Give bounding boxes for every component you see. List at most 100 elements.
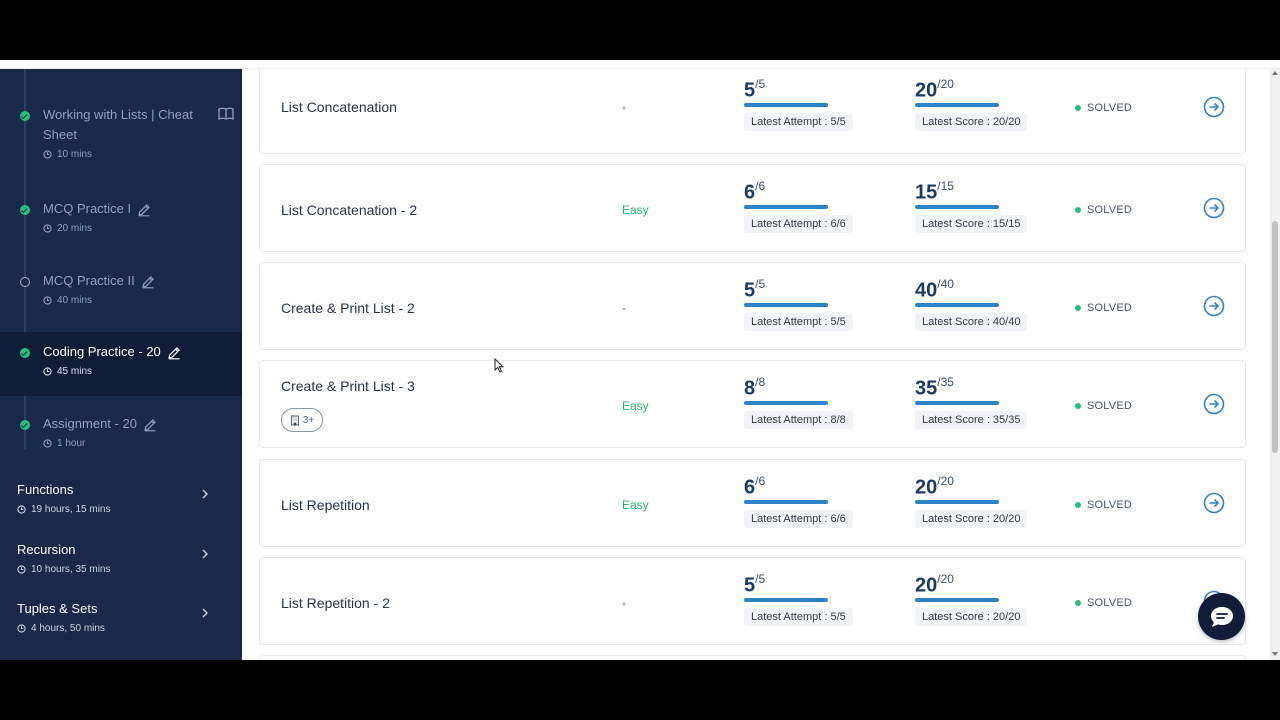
arrow-right-circle-icon[interactable] [1203, 393, 1225, 415]
arrow-right-circle-icon[interactable] [1203, 492, 1225, 514]
problem-list: List Concatenation - 5/5 Latest Attempt … [242, 69, 1270, 660]
problem-row[interactable]: List Repetition - 2 - 5/5 Latest Attempt… [259, 557, 1246, 645]
attempt-score: 8/8 Latest Attempt : 8/8 [744, 375, 853, 430]
score-value: 20 [915, 574, 938, 597]
company-count: 3+ [302, 414, 315, 426]
clock-icon [17, 505, 26, 514]
difficulty-label: Easy [622, 498, 649, 512]
latest-attempt-label: Latest Attempt : 5/5 [744, 313, 853, 332]
attempt-score-value: 6 [744, 181, 756, 204]
attempt-progress-bar [744, 303, 828, 308]
score-progress-bar [915, 401, 999, 406]
attempt-score-total: /5 [755, 572, 766, 586]
module-recursion[interactable]: Recursion 10 hours, 35 mins [0, 542, 242, 598]
attempt-score: 5/5 Latest Attempt : 5/5 [744, 572, 853, 627]
score-progress-bar [915, 500, 999, 505]
scroll-up-arrow-icon[interactable] [1272, 71, 1278, 75]
arrow-right-circle-icon[interactable] [1203, 295, 1225, 317]
pending-circle-icon [20, 277, 30, 287]
score-total: /35 [937, 375, 954, 389]
score-value: 35 [915, 377, 938, 400]
module-duration: 4 hours, 50 mins [17, 623, 105, 634]
step-title: Assignment - 20 [43, 414, 157, 434]
problem-row[interactable]: Create & Print List - 2 - 5/5 Latest Att… [259, 262, 1246, 350]
mouse-cursor-icon [494, 358, 504, 373]
attempt-progress-bar [744, 205, 828, 210]
problem-title: Create & Print List - 3 [281, 378, 415, 394]
pencil-icon [141, 275, 154, 288]
chat-bubble-icon [1210, 606, 1233, 627]
status-badge: SOLVED [1075, 499, 1132, 511]
status-badge: SOLVED [1075, 400, 1132, 412]
attempt-score-value: 5 [744, 574, 756, 597]
clock-icon [43, 150, 52, 159]
attempt-progress-bar [744, 401, 828, 406]
step-title-line2: Sheet [43, 127, 77, 142]
attempt-score: 6/6 Latest Attempt : 6/6 [744, 474, 853, 529]
latest-score-label: Latest Score : 35/35 [915, 411, 1028, 430]
step-title: Coding Practice - 20 [43, 342, 181, 362]
sidebar-step-assignment-20[interactable]: Assignment - 20 1 hour [0, 414, 242, 460]
company-tag-badge[interactable]: 3+ [281, 408, 323, 432]
module-title: Tuples & Sets [17, 601, 98, 616]
score: 15/15 Latest Score : 15/15 [915, 179, 1028, 234]
problem-title: List Concatenation - 2 [281, 202, 418, 218]
clock-icon [43, 296, 52, 305]
score-progress-bar [915, 205, 999, 210]
module-functions[interactable]: Functions 19 hours, 15 mins [0, 482, 242, 538]
sidebar-step-coding-practice-20[interactable]: Coding Practice - 20 45 mins [0, 332, 242, 396]
problem-row[interactable]: Create & Print List - 3 3+ Easy 8/8 Late… [259, 360, 1246, 448]
score-value: 20 [915, 476, 938, 499]
score-total: /20 [937, 77, 954, 91]
latest-score-label: Latest Score : 20/20 [915, 608, 1028, 627]
arrow-right-circle-icon[interactable] [1203, 96, 1225, 118]
problem-row[interactable]: List Repetition Easy 6/6 Latest Attempt … [259, 459, 1246, 547]
scroll-down-arrow-icon[interactable] [1272, 652, 1278, 656]
problem-title: Create & Print List - 2 [281, 300, 415, 316]
status-badge: SOLVED [1075, 204, 1132, 216]
pencil-icon [138, 203, 150, 216]
attempt-score: 5/5 Latest Attempt : 5/5 [744, 277, 853, 332]
score-value: 20 [915, 79, 938, 102]
clock-icon [17, 624, 26, 633]
module-duration: 10 hours, 35 mins [17, 564, 111, 575]
module-tuples-sets[interactable]: Tuples & Sets 4 hours, 50 mins [0, 601, 242, 657]
difficulty-label: - [622, 100, 626, 114]
chevron-right-icon [202, 608, 208, 618]
chat-support-button[interactable] [1198, 593, 1245, 640]
attempt-progress-bar [744, 598, 828, 603]
step-title: Working with Lists | Cheat [43, 107, 193, 122]
scrollbar-thumb[interactable] [1272, 221, 1278, 453]
status-badge: SOLVED [1075, 102, 1132, 114]
arrow-right-circle-icon[interactable] [1203, 197, 1225, 219]
score-total: /15 [937, 179, 954, 193]
completed-check-icon [20, 348, 30, 358]
clock-icon [43, 224, 52, 233]
attempt-score: 6/6 Latest Attempt : 6/6 [744, 179, 853, 234]
attempt-progress-bar [744, 103, 828, 108]
latest-score-label: Latest Score : 40/40 [915, 313, 1028, 332]
completed-check-icon [20, 111, 30, 121]
latest-attempt-label: Latest Attempt : 6/6 [744, 215, 853, 234]
status-dot [1075, 502, 1081, 508]
attempt-score-total: /5 [755, 277, 766, 291]
difficulty-label: Easy [622, 399, 649, 413]
problem-row-partial[interactable] [259, 655, 1246, 660]
attempt-score-value: 8 [744, 377, 756, 400]
vertical-scrollbar[interactable] [1270, 69, 1280, 660]
status-dot [1075, 305, 1081, 311]
status-badge: SOLVED [1075, 302, 1132, 314]
module-title: Recursion [17, 542, 76, 557]
score-value: 15 [915, 181, 938, 204]
step-duration: 40 mins [43, 295, 92, 306]
sidebar-step-mcq-practice-2[interactable]: MCQ Practice II 40 mins [0, 271, 242, 317]
completed-check-icon [20, 420, 30, 430]
completed-check-icon [20, 205, 30, 215]
score-progress-bar [915, 598, 999, 603]
problem-title: List Repetition - 2 [281, 595, 390, 611]
problem-row[interactable]: List Concatenation - 5/5 Latest Attempt … [259, 69, 1246, 154]
sidebar-step-cheat-sheet[interactable]: Working with Lists | Cheat Sheet 10 mins [0, 105, 242, 169]
problem-row[interactable]: List Concatenation - 2 Easy 6/6 Latest A… [259, 164, 1246, 252]
attempt-score-total: /6 [755, 474, 766, 488]
sidebar-step-mcq-practice-1[interactable]: MCQ Practice I 20 mins [0, 199, 242, 245]
